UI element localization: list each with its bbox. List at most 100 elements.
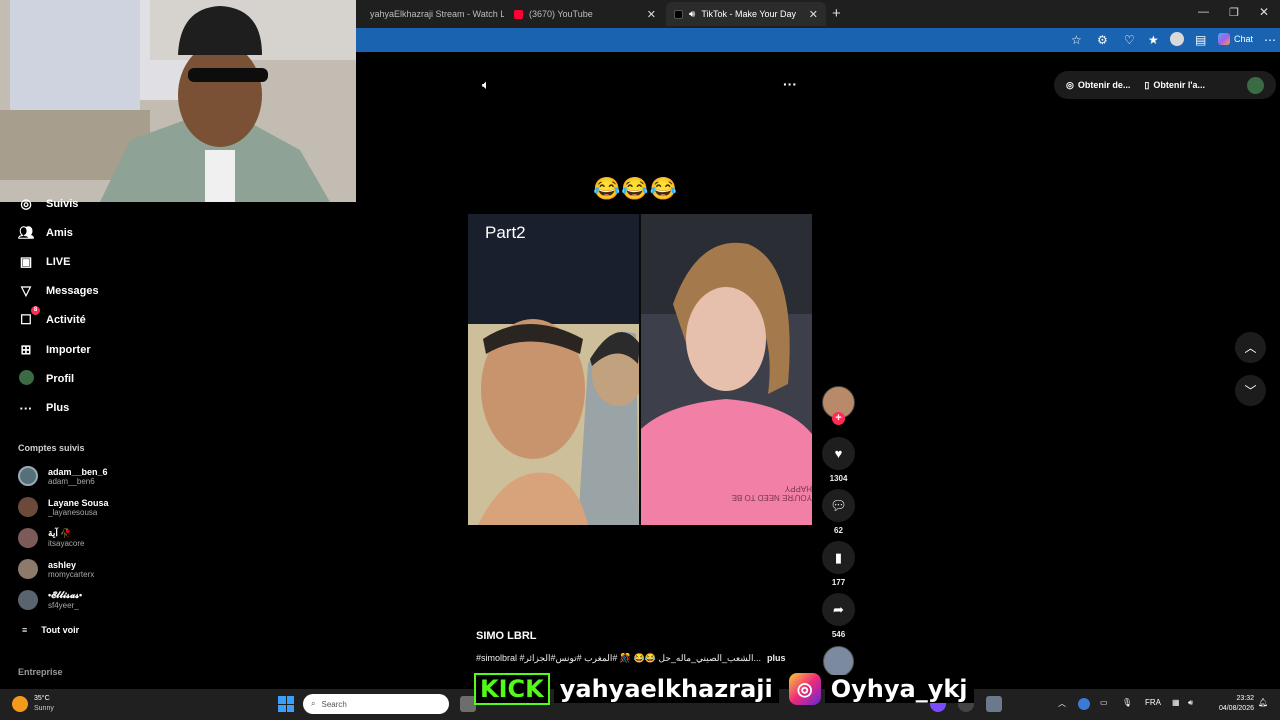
instagram-icon: ◎ [788,673,821,705]
part-label: Part2 [485,223,526,242]
settings-icon[interactable] [986,696,1002,712]
collections-icon[interactable]: ★ [1148,33,1159,47]
follow-plus-icon[interactable]: + [832,412,845,425]
tiktok-favicon-icon [674,9,683,19]
followed-account[interactable]: ashley momycarterx [18,559,94,579]
sun-icon [12,696,28,712]
close-tab-icon[interactable]: ✕ [809,8,818,21]
send-icon: ▽ [21,283,31,298]
sidebar-item-activite[interactable]: ☐ 8 Activité [18,306,86,329]
sidebar-item-messages[interactable]: ▽ Messages [18,282,99,300]
footer-link-entreprise[interactable]: Entreprise [18,667,63,677]
share-count: 546 [831,630,846,639]
weather-widget[interactable]: 35°C Sunny [12,694,54,714]
maximize-button[interactable]: ❐ [1229,6,1239,19]
video-options-icon[interactable]: ··· [783,76,797,92]
bookmark-icon: ▮ [834,549,843,565]
account-name: adam__ben_6 [48,466,108,477]
sidebar-item-live[interactable]: ▣ LIVE [18,253,71,271]
followed-account[interactable]: adam__ben_6 adam__ben6 [18,466,108,486]
network-icon[interactable]: ▦ [1172,698,1180,707]
sidebar-item-profil[interactable]: Profil [18,370,74,388]
minimize-button[interactable]: — [1198,6,1209,18]
previous-video-button[interactable]: ︿ [1235,332,1266,363]
sidebar-item-label: Suivis [46,198,79,210]
tab-kick-stream[interactable]: yahyaElkhazraji Stream - Watch Li... [356,2,504,26]
clock-date: 04/08/2026 [1218,705,1254,712]
get-coins-label: Obtenir de... [1077,80,1131,90]
speaker-icon[interactable]: 🔊︎ [689,9,695,20]
instagram-username: Oyhya_ykj [824,675,974,703]
notification-bell-icon[interactable]: 🔔︎ [1258,698,1268,707]
sidebar-item-label: Profil [46,373,75,385]
more-options-icon[interactable]: ⋯ [1264,33,1276,47]
tab-label: TikTok - Make Your Day [701,9,797,19]
copilot-chat-button[interactable]: Chat [1218,33,1253,45]
video-author[interactable]: SIMO LBRL [476,630,537,642]
tab-youtube[interactable]: (3670) YouTube ✕ [506,2,664,26]
followed-account[interactable]: آية 🥀 itsayacore [18,528,84,548]
see-all-label: Tout voir [41,625,80,635]
more-icon: ··· [19,400,33,416]
volume-tray-icon[interactable]: 🔊︎ [1188,698,1193,708]
share-button[interactable]: ➦ [822,593,855,626]
followed-account[interactable]: Layane Sousa _layanesousa [18,497,109,517]
following-accounts-title: Comptes suivis [18,443,85,453]
get-coins-button[interactable]: ◎ Obtenir de... [1066,80,1130,91]
comment-button[interactable]: 💬︎ [822,489,855,522]
heart-icon: ♥ [834,446,843,461]
top-right-actions: ◎ Obtenir de... ▯ Obtenir l'a... [1054,71,1276,99]
close-window-button[interactable]: ✕ [1259,5,1269,19]
browser-essentials-icon[interactable]: ♡ [1124,33,1135,47]
favorite-star-icon[interactable]: ☆ [1071,33,1082,47]
kick-logo: KICK [474,673,550,705]
account-name: آية 🥀 [48,528,72,538]
volume-icon[interactable]: 🔈︎ [482,77,490,93]
live-icon: ▣ [19,254,33,269]
profile-avatar-icon[interactable] [1170,32,1184,46]
more-link[interactable]: plus [767,653,786,664]
tab-tiktok[interactable]: 🔊︎ TikTok - Make Your Day ✕ [666,2,826,26]
save-button[interactable]: ▮ [822,541,855,574]
video-player[interactable]: Part2 YOU'RE NEED TO BE HAPPY [468,214,812,525]
like-button[interactable]: ♥ [822,437,855,470]
weather-temp: 35°C [34,695,50,702]
avatar [18,590,38,610]
webcam-feed-image [0,0,356,202]
avatar [18,466,38,486]
search-icon: ⌕ [311,699,316,708]
sidebar-item-plus[interactable]: ··· Plus [18,399,70,417]
clock[interactable]: 23:32 04/08/2026 [1206,694,1254,714]
tab-label: (3670) YouTube [529,9,593,19]
followed-account[interactable]: •𝓔𝓵𝓵𝓲𝓼𝓪𝓼• sf4yeer_ [18,590,82,610]
like-count: 1304 [829,474,848,483]
get-app-button[interactable]: ▯ Obtenir l'a... [1144,80,1205,91]
sidebar-item-importer[interactable]: ⊞ Importer [18,341,91,359]
extensions-icon[interactable]: ⚙ [1097,33,1108,47]
account-name: Layane Sousa [48,497,109,508]
video-description: #simolbral #الشعب_الصيني_ماله_حل 😂😂 🎊 #ا… [476,653,821,664]
taskbar-search[interactable]: ⌕ Search [303,694,449,714]
language-indicator[interactable]: FRA [1145,698,1161,707]
tray-chevron-icon[interactable]: ︿ [1058,698,1066,709]
microphone-icon[interactable]: 🎙︎ [1122,698,1132,707]
sidebar-item-suivis[interactable]: ◎ Suivis [18,195,78,213]
avatar [18,559,38,579]
stream-social-overlay: KICK yahyaelkhazraji ◎ Oyhya_ykj [474,672,974,706]
account-name: ashley [48,559,77,570]
youtube-favicon-icon [514,9,523,19]
friends-icon: 👥︎ [18,225,35,240]
avatar [18,528,38,548]
video-frame-image [468,214,812,525]
start-button[interactable] [278,696,294,712]
new-tab-button[interactable]: + [832,5,841,22]
next-video-button[interactable]: ﹀ [1235,375,1266,406]
user-avatar[interactable] [1247,76,1264,94]
split-screen-icon[interactable]: ▤ [1195,33,1206,47]
see-all-link[interactable]: ≡ Tout voir [22,625,79,635]
sidebar-item-amis[interactable]: 👥︎ Amis [18,224,73,242]
close-tab-icon[interactable]: ✕ [647,8,656,21]
comment-count: 62 [834,526,843,535]
tray-app-icon[interactable] [1078,698,1090,710]
share-arrow-icon: ➦ [833,601,844,617]
